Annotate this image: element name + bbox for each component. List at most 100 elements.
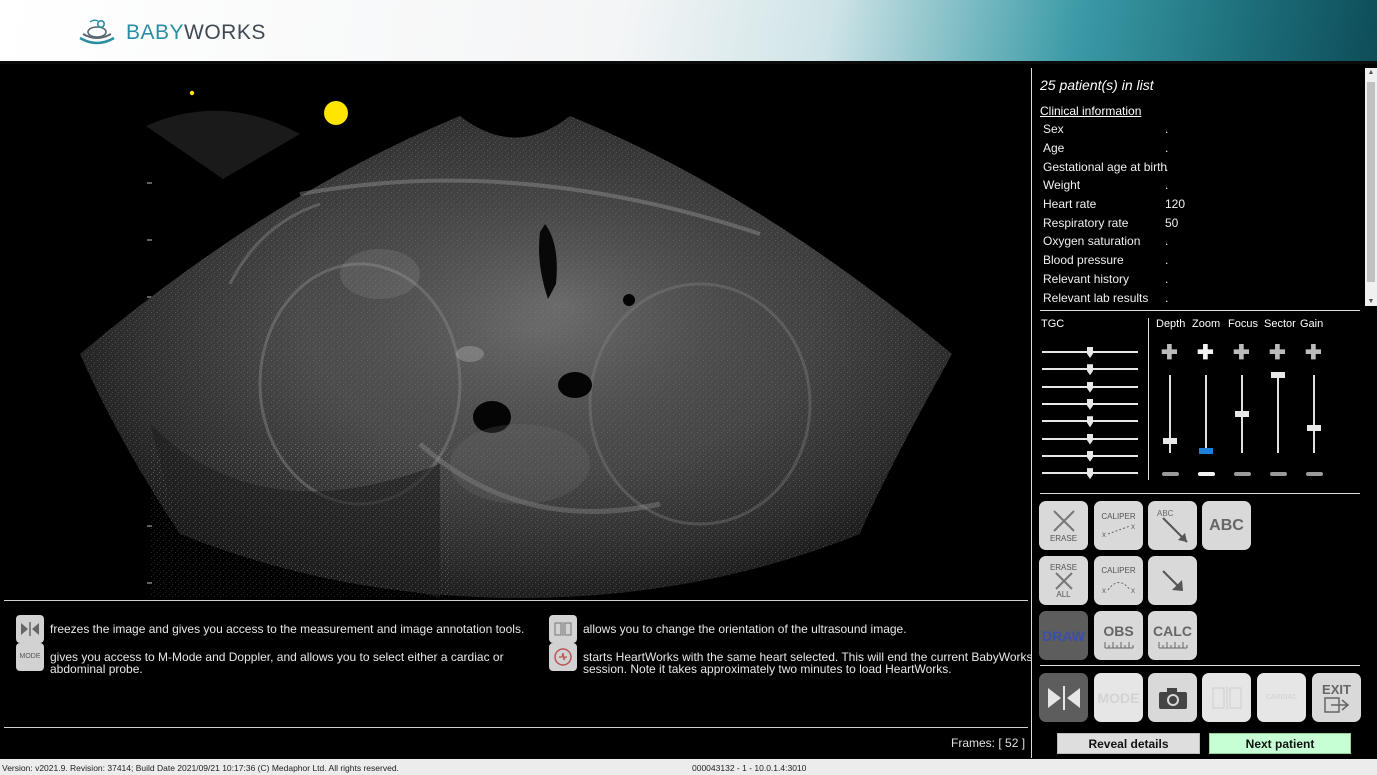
brand-name-part2: WORKS — [184, 21, 266, 44]
sector-slider-track[interactable] — [1277, 375, 1279, 453]
clinical-row-value: . — [1165, 290, 1169, 305]
heartworks-icon — [549, 643, 577, 671]
svg-text:x: x — [1131, 522, 1135, 531]
erase-all-button[interactable]: ERASE ALL — [1039, 556, 1088, 605]
caliper-trace-button[interactable]: CALIPER xx — [1094, 556, 1143, 605]
brand-name-part1: BABY — [126, 21, 185, 44]
depth-plus-icon[interactable]: ✚ — [1161, 343, 1178, 363]
clinical-row-label: Oxygen saturation — [1043, 234, 1141, 249]
obs-label: OBS — [1103, 622, 1134, 639]
clinical-row-value: . — [1165, 159, 1169, 174]
clinical-row-value: . — [1165, 271, 1169, 286]
calc-button[interactable]: CALC — [1148, 611, 1197, 660]
divider — [1040, 310, 1360, 311]
status-bar: Version: v2021.9. Revision: 37414; Build… — [0, 759, 1377, 775]
scroll-up-icon[interactable]: ▲ — [1367, 69, 1375, 76]
clinical-row: Blood pressure. — [1043, 251, 1363, 270]
next-patient-button[interactable]: Next patient — [1209, 733, 1351, 754]
sector-minus-icon[interactable] — [1270, 472, 1287, 476]
focus-slider-handle[interactable] — [1235, 411, 1249, 417]
gain-slider-track[interactable] — [1313, 375, 1315, 453]
clinical-row-value: 120 — [1165, 197, 1186, 212]
orientation-icon — [549, 615, 577, 643]
focus-minus-icon[interactable] — [1234, 472, 1251, 476]
tgc-slider-handle[interactable] — [1087, 347, 1093, 358]
cardiac-button[interactable]: CARDIAC — [1257, 673, 1306, 722]
caliper-button[interactable]: CALIPER xx — [1094, 501, 1143, 550]
frames-counter: Frames: [ 52 ] — [951, 736, 1025, 750]
draw-button[interactable]: DRAW — [1039, 611, 1088, 660]
clinical-row: Relevant lab results. — [1043, 288, 1363, 307]
help-panel: freezes the image and gives you access t… — [4, 600, 1033, 728]
clinical-row-label: Weight — [1043, 178, 1081, 193]
svg-text:ABC: ABC — [1157, 509, 1174, 518]
ultrasound-image[interactable] — [0, 64, 1030, 598]
help-text-orientation: allows you to change the orientation of … — [583, 622, 907, 636]
obs-button[interactable]: OBS — [1094, 611, 1143, 660]
mode-button[interactable]: MODE — [1094, 673, 1143, 722]
divider — [1040, 493, 1360, 494]
clinical-scrollbar[interactable]: ▲ ▼ — [1365, 68, 1377, 306]
sector-plus-icon[interactable]: ✚ — [1269, 343, 1286, 363]
zoom-minus-icon[interactable] — [1198, 472, 1215, 476]
frames-value: [ 52 ] — [998, 736, 1026, 750]
panel-divider — [1031, 68, 1032, 758]
zoom-slider-track[interactable] — [1205, 375, 1207, 453]
sector-slider-handle[interactable] — [1271, 372, 1285, 378]
tgc-separator — [1148, 318, 1149, 480]
arrow-icon — [1161, 569, 1183, 591]
erase-all-label-top: ERASE — [1049, 562, 1078, 572]
exit-button[interactable]: EXIT — [1312, 673, 1361, 722]
help-item-mode: MODE gives you access to M-Mode and Dopp… — [16, 643, 530, 675]
focus-label: Focus — [1228, 318, 1258, 330]
snapshot-button[interactable] — [1148, 673, 1197, 722]
camera-icon — [1158, 687, 1187, 709]
gain-minus-icon[interactable] — [1306, 472, 1323, 476]
erase-button[interactable]: ERASE — [1039, 501, 1088, 550]
tgc-slider-handle[interactable] — [1087, 416, 1093, 428]
clinical-row-label: Gestational age at birth — [1043, 159, 1168, 174]
abc-label: ABC — [1209, 516, 1244, 534]
brand-name: BABYWORKS — [126, 21, 266, 45]
text-annotation-button[interactable]: ABC — [1202, 501, 1251, 550]
ultrasound-viewport[interactable] — [0, 64, 1030, 598]
clinical-row: Sex. — [1043, 120, 1363, 139]
probe-marker-small — [189, 90, 195, 96]
help-item-heartworks: starts HeartWorks with the same heart se… — [549, 643, 1063, 675]
tgc-slider-handle[interactable] — [1087, 364, 1093, 376]
clinical-row: Oxygen saturation. — [1043, 232, 1363, 251]
depth-minus-icon[interactable] — [1162, 472, 1179, 476]
tgc-slider-handle[interactable] — [1087, 450, 1093, 462]
depth-label: Depth — [1156, 318, 1186, 330]
scrollbar-thumb[interactable] — [1367, 82, 1375, 282]
scroll-down-icon[interactable]: ▼ — [1367, 298, 1375, 305]
clinical-information-link[interactable]: Clinical information — [1040, 104, 1141, 118]
erase-icon — [1052, 510, 1075, 532]
clinical-row: Gestational age at birth. — [1043, 157, 1363, 176]
gain-slider-handle[interactable] — [1307, 425, 1321, 432]
focus-plus-icon[interactable]: ✚ — [1233, 343, 1250, 363]
tgc-slider-handle[interactable] — [1087, 468, 1093, 480]
arrow-button[interactable] — [1148, 556, 1197, 605]
tgc-slider-handle[interactable] — [1087, 398, 1093, 410]
clinical-row-label: Blood pressure — [1043, 253, 1124, 268]
reveal-details-button[interactable]: Reveal details — [1057, 733, 1200, 754]
clinical-row-value: . — [1165, 178, 1169, 193]
calc-label: CALC — [1153, 622, 1192, 639]
help-item-freeze: freezes the image and gives you access t… — [16, 615, 530, 643]
tgc-slider-handle[interactable] — [1087, 433, 1093, 445]
zoom-slider-handle[interactable] — [1199, 447, 1213, 454]
depth-slider-handle[interactable] — [1163, 438, 1177, 445]
gain-plus-icon[interactable]: ✚ — [1305, 343, 1322, 363]
text-arrow-button[interactable]: ABC — [1148, 501, 1197, 550]
freeze-button[interactable] — [1039, 673, 1088, 722]
caliper-label: CALIPER — [1101, 512, 1136, 521]
clinical-row-label: Relevant history — [1043, 271, 1130, 286]
clinical-row-value: . — [1165, 141, 1169, 156]
tgc-slider-handle[interactable] — [1087, 381, 1093, 393]
orientation-button[interactable] — [1202, 673, 1251, 722]
session-info: 000043132 - 1 - 10.0.1.4:3010 — [692, 763, 807, 773]
zoom-label: Zoom — [1192, 318, 1221, 330]
tgc-label: TGC — [1041, 318, 1065, 330]
zoom-plus-icon[interactable]: ✚ — [1197, 343, 1214, 363]
